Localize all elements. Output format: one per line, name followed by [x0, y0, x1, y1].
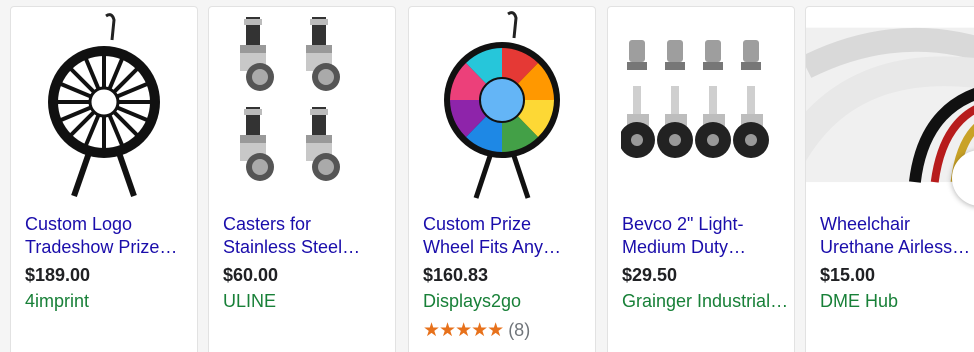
- prize-wheel-image: [48, 13, 160, 197]
- product-card[interactable]: Custom Prize Wheel Fits Any Table $160.8…: [408, 6, 596, 352]
- product-store: ULINE: [223, 291, 277, 311]
- product-title[interactable]: Custom Logo Tradeshow Prize Wheel: [25, 213, 189, 259]
- product-price: $160.83: [423, 265, 489, 285]
- product-price: $189.00: [25, 265, 91, 285]
- product-store: DME Hub: [820, 291, 899, 311]
- product-price: $29.50: [622, 265, 678, 285]
- product-rating: ★★★★★ (8): [423, 319, 530, 342]
- product-card[interactable]: Custom Logo Tradeshow Prize Wheel $189.0…: [10, 6, 198, 352]
- product-image[interactable]: [409, 7, 595, 203]
- product-card[interactable]: Bevco 2" Light-Medium Duty Caster $29.50…: [607, 6, 795, 352]
- product-image[interactable]: [806, 7, 974, 203]
- rating-count: (8): [508, 320, 531, 340]
- product-image[interactable]: [209, 7, 395, 203]
- product-image[interactable]: [608, 7, 794, 203]
- casters-image: [240, 17, 340, 181]
- tires-image: [806, 27, 974, 183]
- product-store: Displays2go: [423, 291, 522, 311]
- product-image[interactable]: [11, 7, 197, 203]
- product-title[interactable]: Casters for Stainless Steel Tables: [223, 213, 387, 259]
- product-title[interactable]: Bevco 2" Light-Medium Duty Caster: [622, 213, 786, 259]
- product-price: $15.00: [820, 265, 876, 285]
- product-price: $60.00: [223, 265, 279, 285]
- product-title[interactable]: Custom Prize Wheel Fits Any Table: [423, 213, 587, 259]
- product-store: Grainger Industrial Supply: [622, 291, 792, 311]
- product-card[interactable]: Wheelchair Urethane Airless Tire $15.00 …: [805, 6, 974, 352]
- casters-image: [621, 40, 769, 158]
- star-rating-icon: ★★★★★: [423, 320, 504, 341]
- product-title[interactable]: Wheelchair Urethane Airless Tire: [820, 213, 974, 259]
- shopping-results-row: Custom Logo Tradeshow Prize Wheel $189.0…: [0, 0, 974, 352]
- product-card[interactable]: Casters for Stainless Steel Tables $60.0…: [208, 6, 396, 352]
- product-store: 4imprint: [25, 291, 90, 311]
- prize-wheel-image: [444, 11, 560, 199]
